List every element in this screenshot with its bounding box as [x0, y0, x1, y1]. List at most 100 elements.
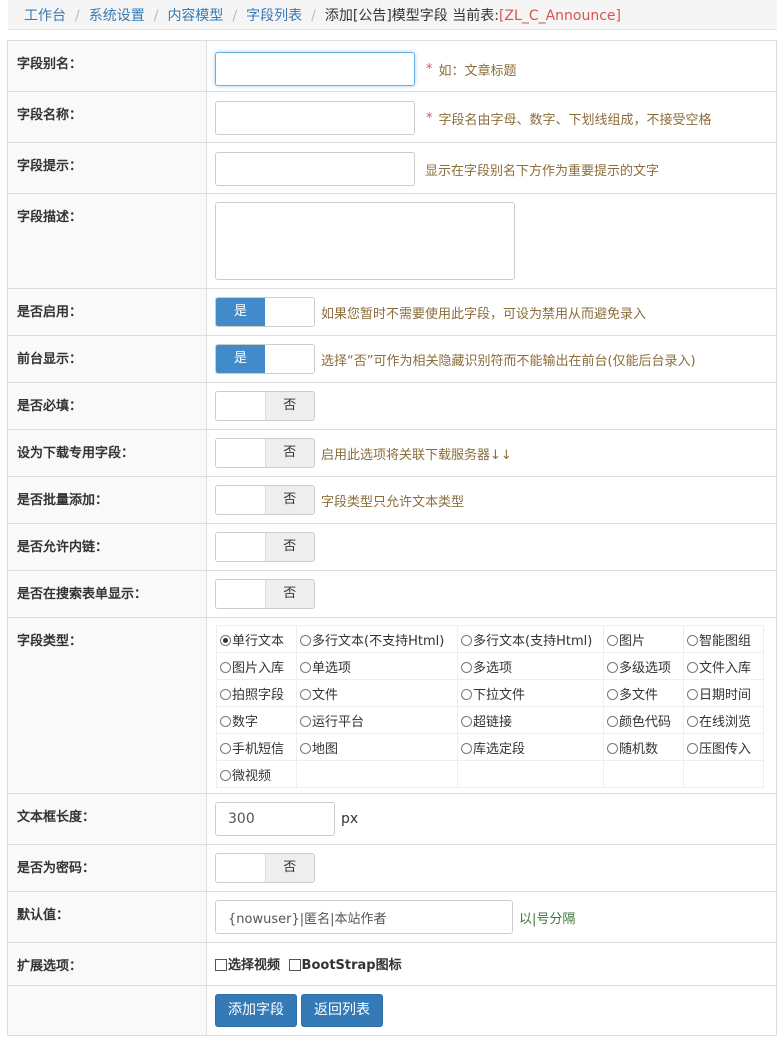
- type-radio[interactable]: [220, 715, 231, 727]
- back-to-list-button[interactable]: 返回列表: [301, 994, 383, 1027]
- batch-switch[interactable]: 否: [215, 485, 315, 515]
- type-radio[interactable]: [461, 715, 472, 727]
- default-label: 默认值：: [7, 891, 207, 943]
- type-radio[interactable]: [300, 742, 311, 754]
- type-radio[interactable]: [607, 715, 618, 727]
- breadcrumb-system-settings[interactable]: 系统设置: [89, 8, 145, 24]
- type-radio[interactable]: [461, 661, 472, 673]
- type-radio[interactable]: [300, 688, 311, 700]
- type-option[interactable]: 随机数: [604, 742, 658, 757]
- type-option[interactable]: 多级选项: [604, 661, 671, 676]
- type-radio[interactable]: [687, 742, 698, 754]
- width-label: 文本框长度：: [7, 793, 207, 845]
- download-switch[interactable]: 否: [215, 438, 315, 468]
- type-radio[interactable]: [220, 742, 231, 754]
- password-switch[interactable]: 否: [215, 853, 315, 883]
- alias-input[interactable]: [215, 52, 415, 86]
- ext-bootstrap-checkbox[interactable]: [288, 958, 301, 971]
- type-option[interactable]: 超链接: [458, 715, 512, 730]
- type-option-label: 日期时间: [699, 687, 752, 703]
- type-option[interactable]: 单选项: [297, 661, 351, 676]
- default-input[interactable]: [215, 900, 513, 934]
- type-radio[interactable]: [220, 661, 231, 673]
- type-option-label: 智能图组: [699, 633, 752, 649]
- type-option-label: 微视频: [232, 768, 272, 784]
- type-radio[interactable]: [687, 661, 698, 673]
- type-option-label: 多文件: [619, 687, 659, 703]
- actions-label-cell: [7, 985, 207, 1036]
- type-radio[interactable]: [607, 742, 618, 754]
- type-option-label: 颜色代码: [619, 714, 672, 730]
- tip-input[interactable]: [215, 152, 415, 186]
- type-radio[interactable]: [607, 688, 618, 700]
- type-option[interactable]: 手机短信: [217, 742, 284, 757]
- type-option[interactable]: 数字: [217, 715, 258, 730]
- type-option[interactable]: 在线浏览: [684, 715, 751, 730]
- type-option[interactable]: 运行平台: [297, 715, 364, 730]
- front-switch[interactable]: 是: [215, 344, 315, 374]
- type-option[interactable]: 日期时间: [684, 688, 751, 703]
- search-switch[interactable]: 否: [215, 579, 315, 609]
- name-input[interactable]: [215, 101, 415, 135]
- breadcrumb-field-list[interactable]: 字段列表: [246, 8, 302, 24]
- ext-video-checkbox[interactable]: [215, 958, 227, 971]
- width-input[interactable]: [215, 802, 335, 836]
- tip-hint: 显示在字段别名下方作为重要提示的文字: [425, 163, 660, 179]
- type-radio[interactable]: [687, 688, 698, 700]
- type-radio[interactable]: [461, 688, 472, 700]
- required-switch[interactable]: 否: [215, 391, 315, 421]
- password-switch-state: 否: [264, 854, 314, 882]
- type-option-label: 多级选项: [619, 660, 672, 676]
- type-radio[interactable]: [461, 634, 472, 646]
- breadcrumb: 工作台 / 系统设置 / 内容模型 / 字段列表 / 添加[公告]模型字段 当前表:[ZL_C_…: [8, 0, 777, 30]
- ext-option-bootstrap[interactable]: BootStrap图标: [288, 958, 402, 973]
- type-radio[interactable]: [300, 661, 311, 673]
- type-option[interactable]: 拍照字段: [217, 688, 284, 703]
- type-radio[interactable]: [687, 715, 698, 727]
- type-option-label: 图片入库: [232, 660, 285, 676]
- type-radio[interactable]: [607, 634, 618, 646]
- alias-hint: 如：文章标题: [438, 63, 517, 79]
- type-option[interactable]: 图片: [604, 634, 645, 649]
- type-option[interactable]: 地图: [297, 742, 338, 757]
- breadcrumb-current: 添加[公告]模型字段 当前表:: [324, 8, 499, 24]
- type-option-label: 多行文本(支持Html): [473, 633, 593, 649]
- type-option[interactable]: 多文件: [604, 688, 658, 703]
- type-option[interactable]: 文件入库: [684, 661, 751, 676]
- type-radio[interactable]: [461, 742, 472, 754]
- tip-label: 字段提示：: [7, 142, 207, 194]
- type-radio[interactable]: [220, 688, 231, 700]
- type-option-label: 拍照字段: [232, 687, 285, 703]
- type-option-label: 运行平台: [312, 714, 365, 730]
- enabled-switch[interactable]: 是: [215, 297, 315, 327]
- type-option[interactable]: 下拉文件: [458, 688, 525, 703]
- innerlink-switch[interactable]: 否: [215, 532, 315, 562]
- add-field-button[interactable]: 添加字段: [215, 994, 297, 1027]
- type-option[interactable]: 文件: [297, 688, 338, 703]
- type-option-label: 在线浏览: [699, 714, 752, 730]
- type-radio[interactable]: [687, 634, 698, 646]
- type-option[interactable]: 压图传入: [684, 742, 751, 757]
- type-option[interactable]: 颜色代码: [604, 715, 671, 730]
- alias-label: 字段别名：: [7, 40, 207, 92]
- type-option-label: 库选定段: [473, 741, 526, 757]
- type-option[interactable]: 多行文本(支持Html): [458, 634, 592, 649]
- type-option[interactable]: 库选定段: [458, 742, 525, 757]
- type-option[interactable]: 多选项: [458, 661, 512, 676]
- type-option[interactable]: 单行文本: [217, 634, 284, 649]
- type-radio[interactable]: [220, 634, 231, 646]
- breadcrumb-content-model[interactable]: 内容模型: [167, 8, 223, 24]
- ext-video-label: 选择视频: [228, 958, 281, 973]
- batch-label: 是否批量添加：: [7, 476, 207, 524]
- type-radio[interactable]: [300, 634, 311, 646]
- breadcrumb-workbench[interactable]: 工作台: [24, 8, 66, 24]
- type-option[interactable]: 微视频: [217, 769, 271, 784]
- type-radio[interactable]: [300, 715, 311, 727]
- type-radio[interactable]: [220, 769, 231, 781]
- ext-option-video[interactable]: 选择视频: [215, 958, 280, 973]
- desc-textarea[interactable]: [215, 202, 515, 280]
- type-option[interactable]: 智能图组: [684, 634, 751, 649]
- type-radio[interactable]: [607, 661, 618, 673]
- type-option[interactable]: 图片入库: [217, 661, 284, 676]
- type-option[interactable]: 多行文本(不支持Html): [297, 634, 444, 649]
